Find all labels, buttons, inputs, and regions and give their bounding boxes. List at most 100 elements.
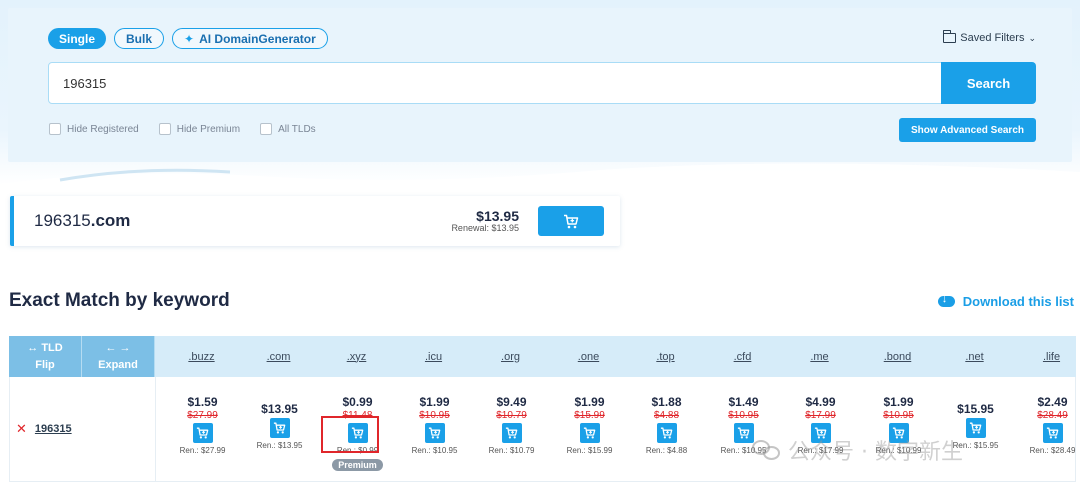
result-domain-tld: .com	[90, 211, 131, 230]
saved-filters-dropdown[interactable]: Saved Filters ⌄	[943, 30, 1036, 44]
keyword-link[interactable]: 196315	[35, 423, 72, 435]
domain-search-input[interactable]: 196315	[48, 62, 942, 104]
tld-price: $15.95	[957, 402, 994, 416]
add-to-cart-button[interactable]	[656, 423, 677, 443]
tld-column-header[interactable]: .buzz	[163, 336, 240, 377]
result-renewal: Renewal: $13.95	[451, 223, 519, 233]
add-to-cart-button[interactable]	[579, 423, 600, 443]
mode-bulk-label: Bulk	[126, 31, 153, 46]
tld-flip-button[interactable]: ↔ TLD Flip	[9, 336, 82, 377]
checkbox-box[interactable]	[260, 123, 273, 135]
expand-button[interactable]: ← → Expand	[82, 336, 155, 377]
mode-single-tab[interactable]: Single	[48, 28, 107, 49]
mode-ai-generator-tab[interactable]: ✦ AI DomainGenerator	[172, 28, 328, 49]
all-tlds-label: All TLDs	[278, 123, 316, 135]
add-to-cart-button[interactable]	[538, 206, 604, 236]
search-button[interactable]: Search	[941, 62, 1036, 104]
decorative-swoosh	[0, 163, 1080, 190]
section-title: Exact Match by keyword	[9, 290, 230, 311]
tld-renewal-price: Ren.: $10.95	[411, 446, 458, 455]
search-button-label: Search	[966, 75, 1011, 91]
tld-price: $2.49	[1037, 395, 1068, 409]
tld-original-price: $10.95	[728, 410, 759, 421]
tld-original-price: $27.99	[187, 410, 218, 421]
hide-premium-checkbox[interactable]: Hide Premium	[158, 123, 241, 135]
result-price: $13.95	[476, 208, 519, 224]
tld-price-cell: $1.99 $15.99 Ren.: $15.99	[551, 377, 628, 481]
tld-column-header[interactable]: .me	[781, 336, 858, 377]
add-to-cart-button[interactable]	[733, 423, 754, 443]
table-header-controls: ↔ TLD Flip ← → Expand	[9, 336, 155, 377]
tld-column-header[interactable]: .top	[627, 336, 704, 377]
search-filters: Hide Registered Hide Premium All TLDs	[49, 123, 316, 135]
premium-badge: Premium	[332, 459, 383, 471]
cart-plus-icon	[1046, 427, 1059, 439]
tld-price: $1.49	[728, 395, 759, 409]
search-mode-tabs: Single Bulk ✦ AI DomainGenerator	[48, 28, 328, 49]
tld-column-header[interactable]: .bond	[859, 336, 936, 377]
cart-plus-icon	[583, 427, 596, 439]
add-to-cart-button[interactable]	[269, 418, 290, 438]
tld-column-header[interactable]: .org	[472, 336, 549, 377]
tld-price: $13.95	[261, 402, 298, 416]
tld-price: $1.99	[419, 395, 450, 409]
cart-plus-icon	[505, 427, 518, 439]
tld-price: $1.88	[651, 395, 682, 409]
sparkle-icon: ✦	[184, 31, 195, 46]
show-advanced-search-button[interactable]: Show Advanced Search	[899, 118, 1036, 142]
tld-column-header[interactable]: .cfd	[704, 336, 781, 377]
mode-bulk-tab[interactable]: Bulk	[114, 28, 165, 49]
tld-renewal-price: Ren.: $15.99	[566, 446, 613, 455]
cloud-download-icon	[937, 293, 955, 307]
cart-plus-icon	[428, 427, 441, 439]
tld-column-header[interactable]: .icu	[395, 336, 472, 377]
search-input-value: 196315	[63, 75, 107, 91]
tld-original-price: $10.95	[883, 410, 914, 421]
add-to-cart-button[interactable]	[501, 423, 522, 443]
hide-registered-label: Hide Registered	[67, 123, 139, 135]
tld-price: $0.99	[342, 395, 373, 409]
remove-keyword-icon[interactable]: ✕	[16, 421, 27, 437]
tld-column-header[interactable]: .com	[240, 336, 317, 377]
tld-price-cell: $9.49 $10.79 Ren.: $10.79	[473, 377, 550, 481]
tld-price: $4.99	[805, 395, 836, 409]
mode-ai-label: AI DomainGenerator	[199, 31, 316, 46]
tld-renewal-price: Ren.: $13.95	[256, 441, 303, 450]
result-domain-name: 196315	[34, 211, 91, 230]
tld-flip-sub: Flip	[35, 359, 55, 371]
tld-column-header[interactable]: .life	[1013, 336, 1080, 377]
tld-renewal-price: Ren.: $4.88	[645, 446, 688, 455]
tld-column-header[interactable]: .one	[550, 336, 627, 377]
download-list-link[interactable]: Download this list	[937, 293, 1074, 309]
tld-renewal-price: Ren.: $27.99	[179, 446, 226, 455]
add-to-cart-button[interactable]	[1042, 423, 1063, 443]
highlight-box	[321, 416, 379, 453]
add-to-cart-button[interactable]	[424, 423, 445, 443]
wechat-logo-icon	[752, 438, 782, 462]
tld-price: $1.59	[187, 395, 218, 409]
tld-column-header[interactable]: .xyz	[318, 336, 395, 377]
add-to-cart-button[interactable]	[965, 418, 986, 438]
download-list-label: Download this list	[962, 294, 1074, 309]
tld-original-price: $28.49	[1037, 410, 1068, 421]
tld-column-header[interactable]: .net	[936, 336, 1013, 377]
table-row: ✕ 196315 $1.59 $27.99 Ren.: $27.99 $13.95 Re…	[9, 377, 1076, 482]
cart-plus-icon	[737, 427, 750, 439]
mode-single-label: Single	[59, 31, 96, 46]
tld-original-price: $17.99	[805, 410, 836, 421]
result-domain: 196315.com	[34, 211, 130, 231]
checkbox-box[interactable]	[158, 123, 171, 135]
hide-premium-label: Hide Premium	[176, 123, 241, 135]
expand-arrows-icon: ← →	[105, 342, 131, 354]
cart-plus-icon	[273, 422, 286, 434]
cart-plus-icon	[564, 214, 579, 228]
checkbox-box[interactable]	[49, 123, 61, 135]
all-tlds-checkbox[interactable]: All TLDs	[260, 123, 316, 135]
hide-registered-checkbox[interactable]: Hide Registered	[49, 123, 139, 135]
tld-original-price: $4.88	[653, 410, 680, 421]
tld-renewal-price: Ren.: $28.49	[1029, 446, 1076, 455]
add-to-cart-button[interactable]	[192, 423, 213, 443]
watermark: 公众号 · 数字新生	[752, 434, 963, 466]
tld-price-cell: $1.88 $4.88 Ren.: $4.88	[628, 377, 705, 481]
tld-renewal-price: Ren.: $10.79	[488, 446, 535, 455]
